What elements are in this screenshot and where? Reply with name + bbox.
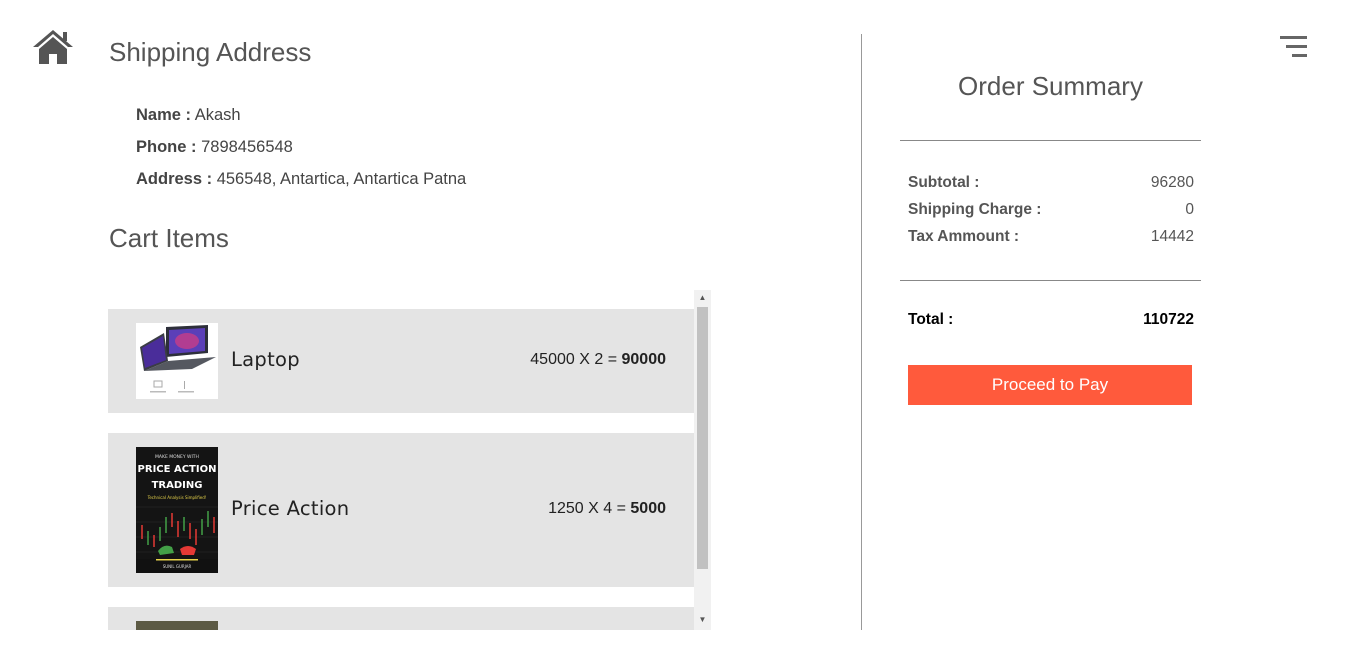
tax-value: 14442 <box>1150 228 1194 245</box>
cart-item <box>108 607 694 630</box>
total-value: 110722 <box>1143 311 1194 328</box>
equals-sign: = <box>607 351 618 368</box>
shipping-charge-value: 0 <box>1185 201 1194 218</box>
line-total: 90000 <box>621 351 667 368</box>
shipping-address-title: Shipping Address <box>109 37 312 67</box>
unit-price: 1250 <box>548 500 584 517</box>
subtotal-label: Subtotal : <box>908 174 980 191</box>
line-total: 5000 <box>630 500 666 517</box>
quantity: 2 <box>594 351 604 368</box>
cart-item-name[interactable]: Price Action <box>231 497 349 520</box>
book-cover-line4: Technical Analysis Simplified! <box>147 495 207 500</box>
shipping-charge-label: Shipping Charge : <box>908 201 1042 218</box>
menu-icon[interactable] <box>1278 34 1310 60</box>
cart-item-price: 45000 X 2 = 90000 <box>530 351 666 369</box>
product-image[interactable] <box>136 621 218 630</box>
phone-label: Phone : <box>136 138 197 156</box>
cart-item-price: 1250 X 4 = 5000 <box>548 500 666 518</box>
shipping-phone: Phone : 7898456548 <box>136 138 293 157</box>
cart-item: Laptop 45000 X 2 = 90000 <box>108 309 694 413</box>
book-cover-image[interactable]: MAKE MONEY WITH PRICE ACTION TRADING Tec… <box>136 447 218 573</box>
book-cover-line1: MAKE MONEY WITH <box>155 454 199 460</box>
times-sign: X <box>579 351 590 368</box>
shipping-address: Address : 456548, Antartica, Antartica P… <box>136 170 466 189</box>
equals-sign: = <box>616 500 626 517</box>
address-label: Address : <box>136 170 213 188</box>
times-sign: X <box>588 500 599 517</box>
book-cover-line3: TRADING <box>152 480 203 491</box>
cart-list[interactable]: Laptop 45000 X 2 = 90000 MAKE MONEY WITH… <box>108 290 711 630</box>
scroll-up-arrow-icon[interactable]: ▲ <box>694 290 711 306</box>
scroll-thumb[interactable] <box>697 307 708 569</box>
cart-item: MAKE MONEY WITH PRICE ACTION TRADING Tec… <box>108 433 694 587</box>
home-icon[interactable] <box>31 28 75 66</box>
vertical-divider <box>861 34 862 630</box>
quantity: 4 <box>603 500 613 517</box>
order-summary-title: Order Summary <box>958 71 1143 101</box>
shipping-name: Name : Akash <box>136 106 241 125</box>
unit-price: 45000 <box>530 351 575 368</box>
name-value: Akash <box>194 106 241 124</box>
address-value: 456548, Antartica, Antartica Patna <box>216 170 467 188</box>
scroll-down-arrow-icon[interactable]: ▼ <box>694 612 711 628</box>
total-label: Total : <box>908 311 954 328</box>
book-cover-author: SUNIL GURJAR <box>163 564 192 569</box>
tax-label: Tax Ammount : <box>908 228 1020 245</box>
phone-value: 7898456548 <box>201 138 293 156</box>
summary-divider <box>900 280 1201 281</box>
cart-scrollbar[interactable]: ▲ ▼ <box>694 290 711 630</box>
cart-item-name[interactable]: Laptop <box>231 348 300 371</box>
name-label: Name : <box>136 106 192 124</box>
proceed-to-pay-button[interactable]: Proceed to Pay <box>908 365 1192 405</box>
cart-items-title: Cart Items <box>109 223 229 253</box>
subtotal-value: 96280 <box>1150 174 1194 191</box>
summary-divider <box>900 140 1201 141</box>
laptop-image[interactable] <box>136 323 218 399</box>
book-cover-line2: PRICE ACTION <box>138 464 217 475</box>
